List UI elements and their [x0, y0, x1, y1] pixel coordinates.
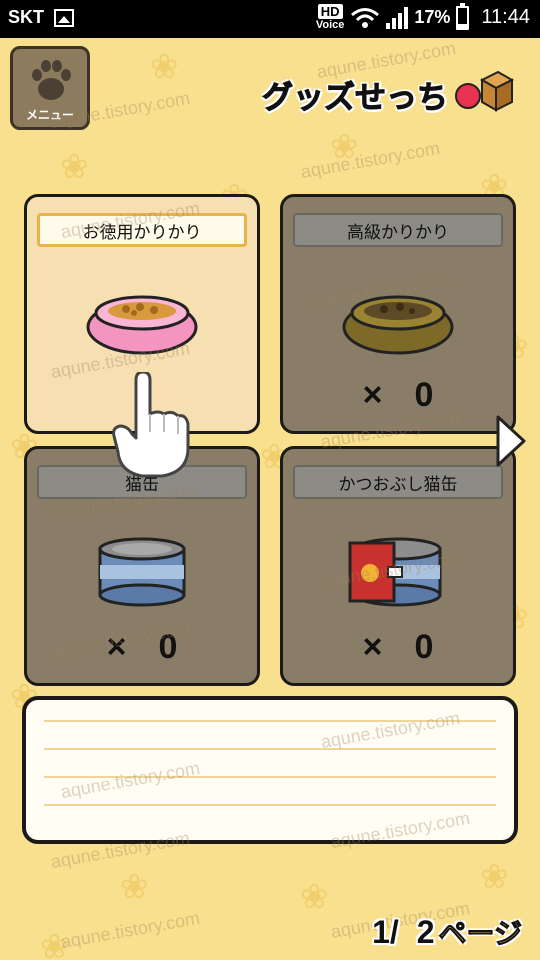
status-bar: SKT HD Voice 17% 11:44	[0, 0, 540, 38]
page-total: 2	[416, 914, 435, 950]
page-indicator: 1/ 2 ページ	[372, 912, 522, 952]
next-page-arrow-icon[interactable]	[494, 413, 528, 469]
item-name-label: かつおぶし猫缶	[293, 465, 503, 499]
clock: 11:44	[481, 6, 530, 28]
battery-icon	[456, 2, 470, 30]
pointing-hand-icon	[112, 372, 190, 478]
hd-voice-icon: HD Voice	[315, 4, 345, 31]
item-name-label: 高級かりかり	[293, 213, 503, 247]
page-current: 1/	[372, 914, 399, 950]
carrier-name: SKT	[8, 7, 44, 27]
background-paw-icon: ❀	[60, 147, 89, 187]
cat-can-icon	[98, 537, 186, 607]
watermark-text: aqune.tistory.com	[299, 137, 442, 183]
page-suffix: ページ	[438, 918, 522, 950]
item-quantity: × 0	[362, 628, 434, 666]
wifi-icon	[351, 7, 380, 28]
background-paw-icon: ❀	[150, 47, 179, 87]
item-quantity: × 0	[362, 376, 434, 414]
battery-percent: 17%	[414, 7, 451, 27]
signal-icon	[386, 6, 409, 29]
watermark-text: aqune.tistory.com	[59, 907, 202, 953]
gallery-notification-icon	[54, 8, 74, 27]
paw-icon	[32, 60, 71, 100]
background-paw-icon: ❀	[300, 877, 329, 917]
page-title: グッズせっち	[262, 80, 449, 117]
item-card[interactable]: 高級かりかり × 0	[280, 194, 516, 434]
background-paw-icon: ❀	[480, 857, 509, 897]
goods-box-icon	[455, 70, 515, 112]
background-paw-icon: ❀	[120, 867, 149, 907]
